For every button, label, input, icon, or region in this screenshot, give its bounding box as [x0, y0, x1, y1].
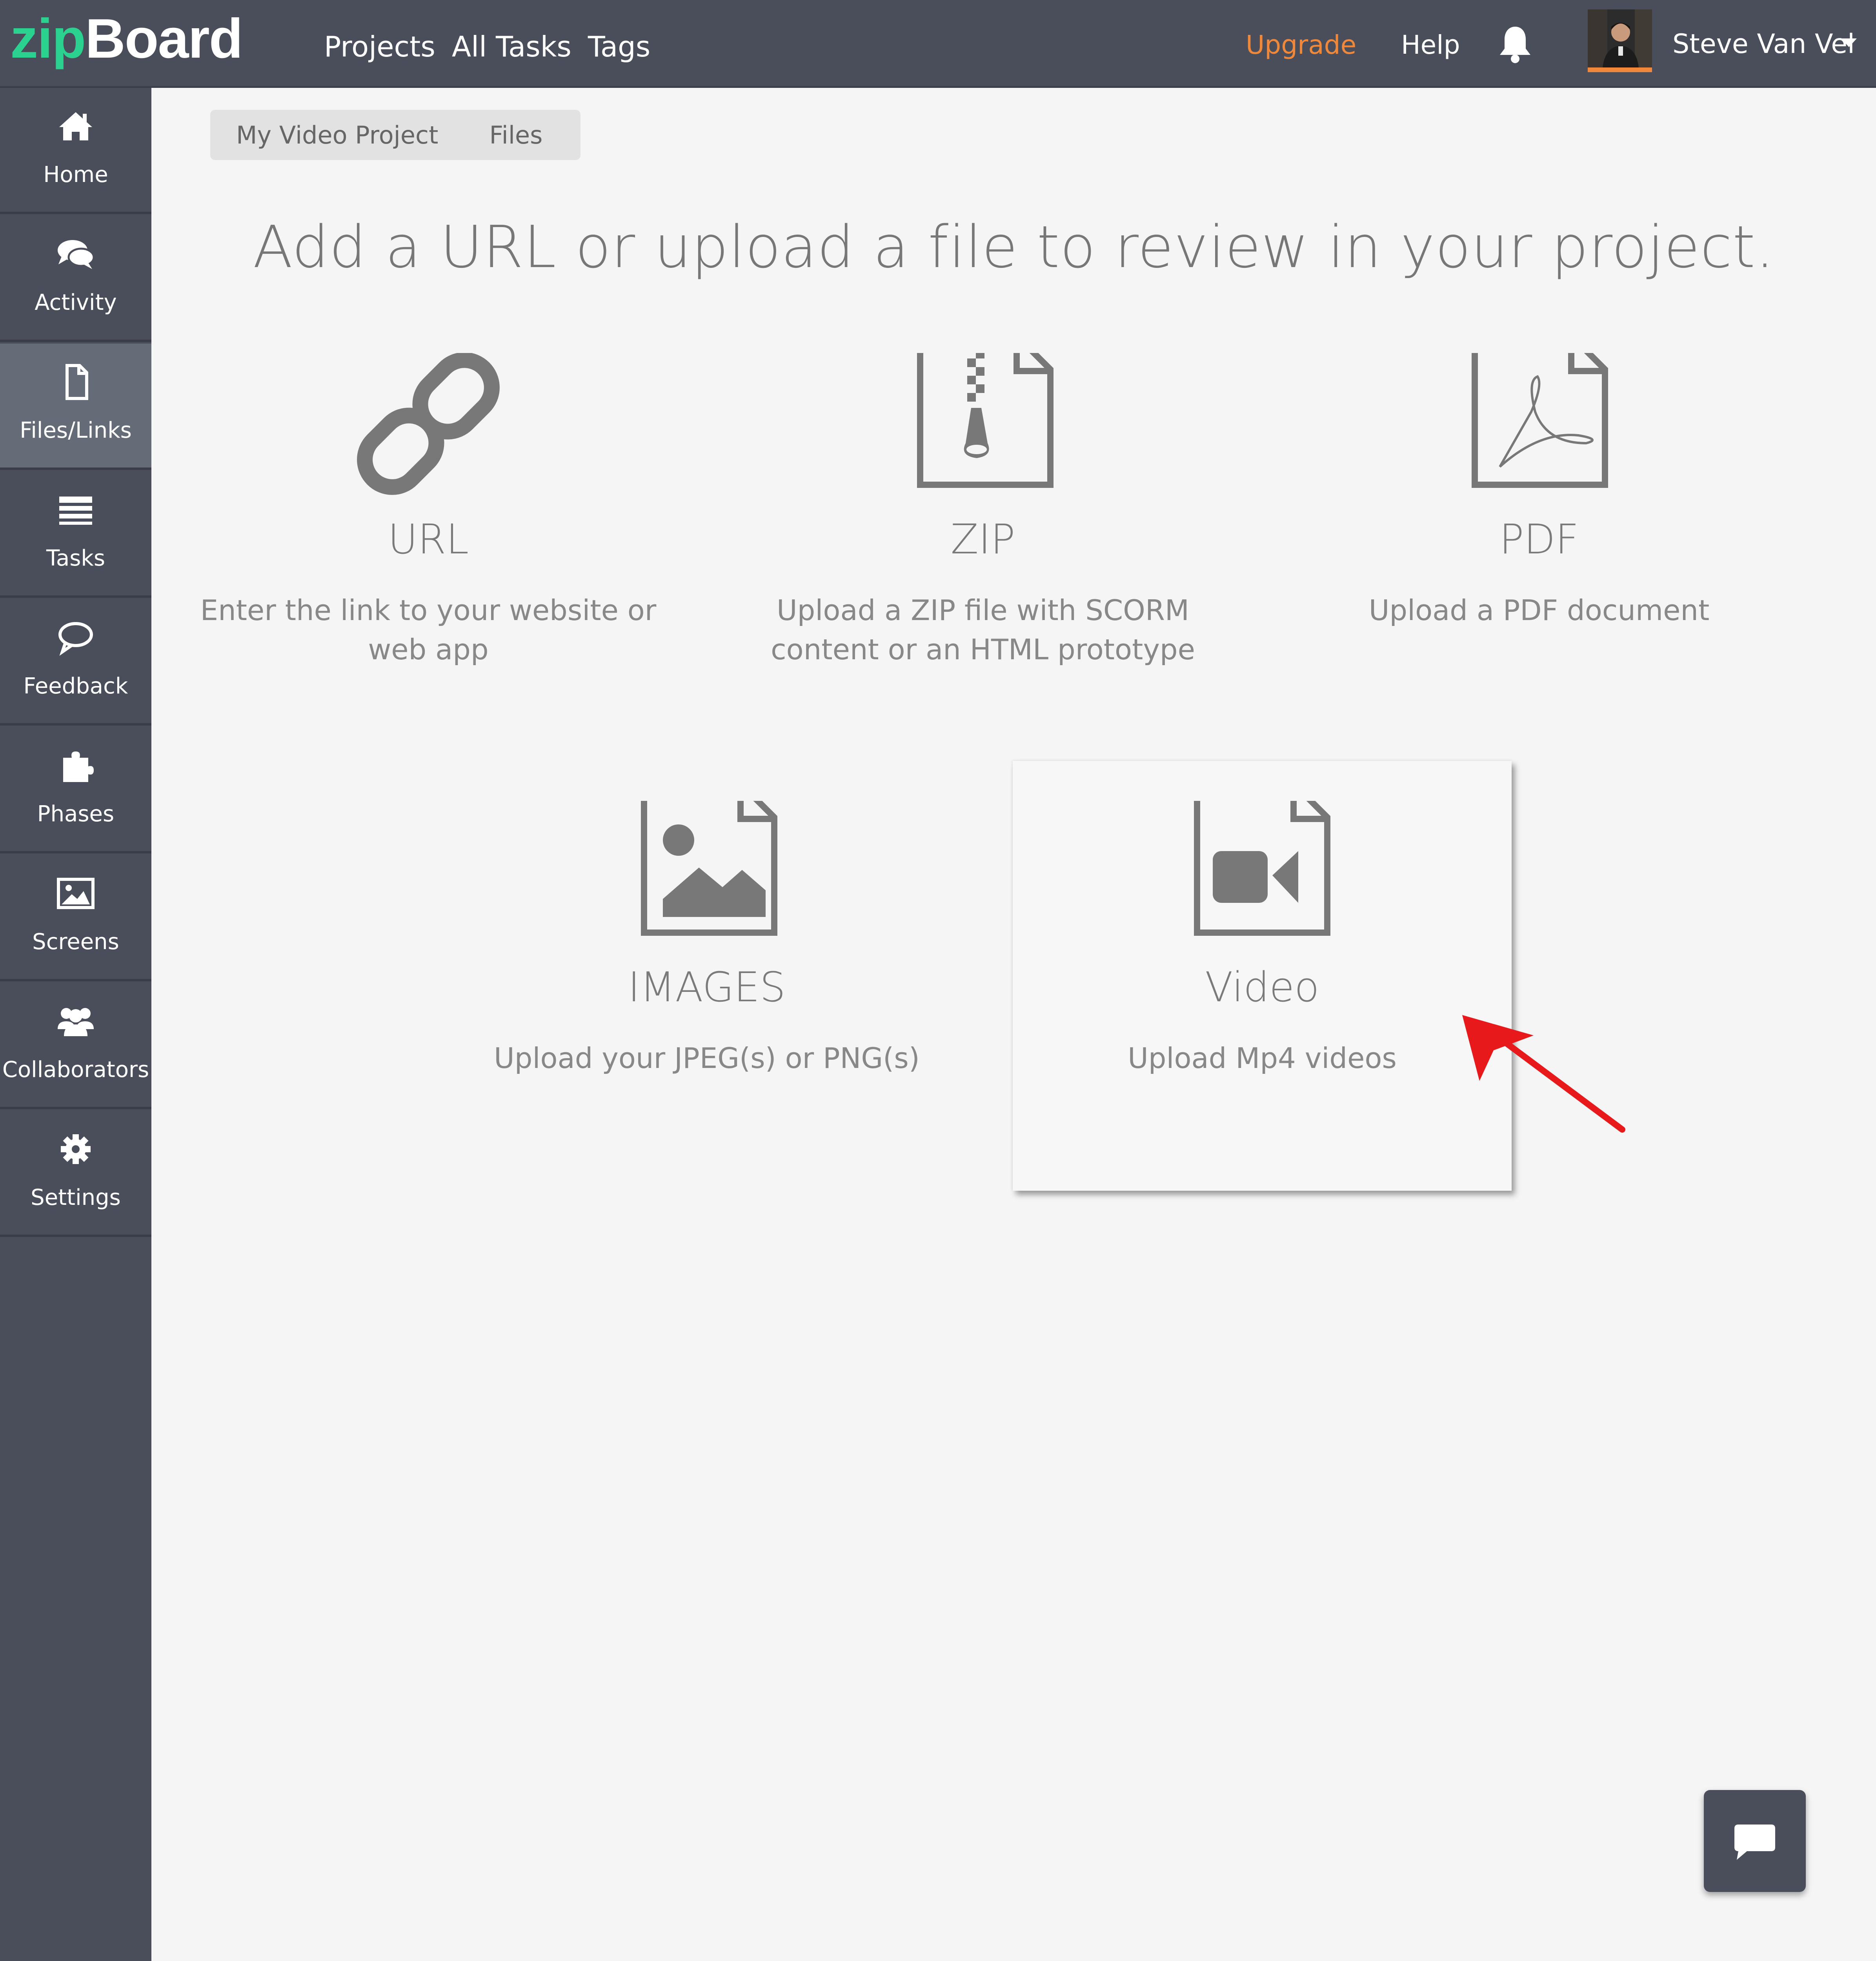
- video-label: Video: [1205, 963, 1319, 1011]
- zipboard-logo[interactable]: zipBoard: [10, 5, 243, 72]
- bell-icon[interactable]: [1498, 24, 1533, 64]
- user-name[interactable]: Steve Van Vel: [1672, 23, 1855, 66]
- red-arrow-annotation-icon: [1451, 1004, 1639, 1145]
- sidebar-item-label: Screens: [32, 929, 119, 955]
- picture-icon: [52, 874, 99, 913]
- sidebar-item-files-links[interactable]: Files/Links: [0, 344, 151, 470]
- puzzle-icon: [52, 746, 99, 785]
- video-file-icon: [1027, 782, 1498, 966]
- zip-file-icon: [748, 334, 1218, 518]
- pdf-option[interactable]: PDF Upload a PDF document: [1304, 334, 1774, 667]
- home-icon: [52, 107, 99, 146]
- sidebar-item-screens[interactable]: Screens: [0, 855, 151, 981]
- pdf-file-icon: [1304, 334, 1774, 518]
- nav-projects[interactable]: Projects: [324, 25, 435, 68]
- breadcrumb: My Video Project Files: [210, 110, 580, 160]
- breadcrumb-project[interactable]: My Video Project: [236, 121, 438, 149]
- sidebar-item-label: Activity: [35, 290, 117, 315]
- upgrade-link[interactable]: Upgrade: [1246, 24, 1356, 67]
- logo-zip: zip: [10, 7, 86, 70]
- help-link[interactable]: Help: [1401, 24, 1460, 67]
- zip-description: Upload a ZIP file with SCORM content or …: [771, 594, 1195, 666]
- images-label: IMAGES: [628, 963, 786, 1011]
- sidebar-item-home[interactable]: Home: [0, 88, 151, 214]
- pdf-description: Upload a PDF document: [1368, 594, 1710, 627]
- top-bar: zipBoard Projects All Tasks Tags Upgrade…: [0, 0, 1876, 88]
- app-root: zipBoard Projects All Tasks Tags Upgrade…: [0, 0, 1876, 1961]
- chat-bubbles-icon: [52, 235, 99, 274]
- url-option[interactable]: URL Enter the link to your website or we…: [193, 352, 664, 667]
- user-avatar[interactable]: [1588, 9, 1652, 72]
- sidebar-item-tasks[interactable]: Tasks: [0, 471, 151, 598]
- page-title: Add a URL or upload a file to review in …: [253, 213, 1775, 281]
- nav-all-tasks[interactable]: All Tasks: [452, 25, 571, 68]
- chat-widget-button[interactable]: [1704, 1790, 1806, 1892]
- url-description: Enter the link to your website or web ap…: [200, 594, 657, 666]
- images-description: Upload your JPEG(s) or PNG(s): [494, 1042, 920, 1075]
- tasks-list-icon: [52, 490, 99, 529]
- chat-icon: [1734, 1825, 1775, 1860]
- nav-tags[interactable]: Tags: [588, 25, 650, 68]
- pdf-label: PDF: [1499, 515, 1579, 563]
- sidebar-item-label: Tasks: [46, 546, 106, 571]
- sidebar-item-feedback[interactable]: Feedback: [0, 599, 151, 726]
- file-icon: [52, 362, 99, 402]
- sidebar-item-label: Feedback: [23, 673, 128, 699]
- gear-icon: [52, 1130, 99, 1169]
- video-option[interactable]: Video Upload Mp4 videos: [1027, 782, 1498, 1099]
- breadcrumb-files[interactable]: Files: [489, 121, 542, 149]
- sidebar: Home Activity Files/Links Tasks Feedback…: [0, 88, 151, 1961]
- sidebar-item-activity[interactable]: Activity: [0, 216, 151, 342]
- sidebar-item-label: Phases: [37, 801, 115, 827]
- zip-option[interactable]: ZIP Upload a ZIP file with SCORM content…: [748, 334, 1218, 667]
- sidebar-item-label: Files/Links: [20, 418, 132, 443]
- users-icon: [52, 1002, 99, 1041]
- sidebar-item-settings[interactable]: Settings: [0, 1111, 151, 1237]
- speech-bubble-icon: [52, 618, 99, 657]
- sidebar-item-collaborators[interactable]: Collaborators: [0, 983, 151, 1109]
- sidebar-item-label: Settings: [31, 1185, 121, 1210]
- sidebar-item-label: Home: [43, 162, 108, 187]
- user-menu-caret-icon[interactable]: [1841, 38, 1857, 47]
- url-label: URL: [388, 515, 469, 563]
- images-option[interactable]: IMAGES Upload your JPEG(s) or PNG(s): [471, 782, 942, 1099]
- video-description: Upload Mp4 videos: [1128, 1042, 1397, 1075]
- zip-label: ZIP: [950, 515, 1015, 563]
- logo-board: Board: [85, 7, 243, 70]
- sidebar-item-label: Collaborators: [2, 1057, 149, 1082]
- image-file-icon: [471, 782, 942, 966]
- link-icon: [193, 352, 664, 518]
- top-nav: Projects All Tasks Tags: [324, 25, 650, 68]
- sidebar-item-phases[interactable]: Phases: [0, 727, 151, 853]
